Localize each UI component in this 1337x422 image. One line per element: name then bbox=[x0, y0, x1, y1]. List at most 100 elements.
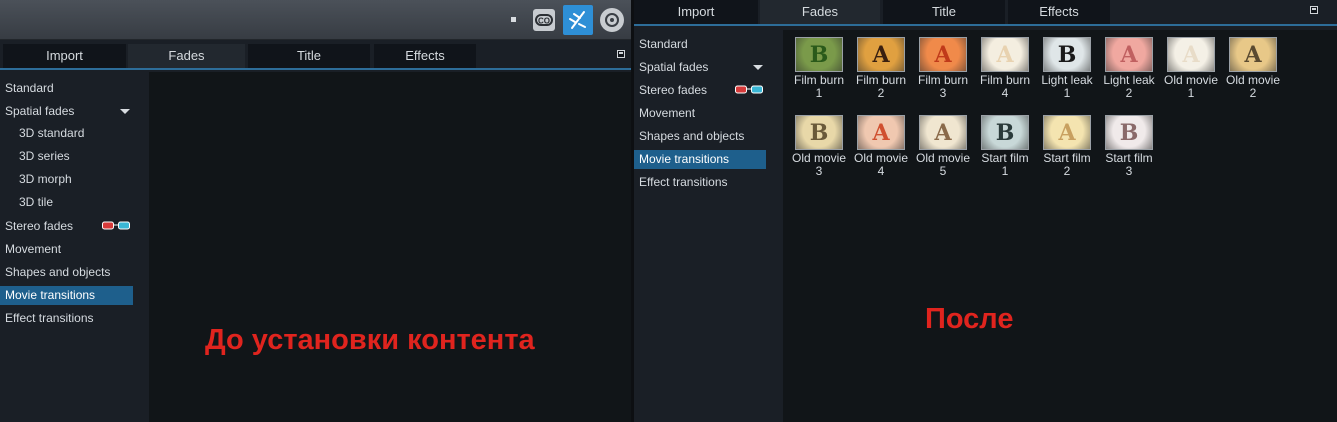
thumbnail-label: Old movie 1 bbox=[1163, 73, 1219, 100]
thumbnail-label: Old movie 4 bbox=[853, 151, 909, 178]
thumbnail-light-leak-1[interactable]: B Light leak 1 bbox=[1038, 37, 1096, 100]
tab-fades[interactable]: Fades bbox=[760, 0, 880, 24]
thumbnail-area: B Film burn 1 A Film burn 2 A Film burn 3 A… bbox=[783, 30, 1337, 422]
thumbnail-light-leak-2[interactable]: A Light leak 2 bbox=[1100, 37, 1158, 100]
thumbnail-old-movie-5[interactable]: A Old movie 5 bbox=[914, 115, 972, 178]
tab-underline bbox=[634, 24, 1337, 26]
right-panel-after: Import Fades Title Effects Standard Spat… bbox=[634, 0, 1337, 422]
tab-import[interactable]: Import bbox=[3, 44, 126, 68]
thumbnail-start-film-1[interactable]: B Start film 1 bbox=[976, 115, 1034, 178]
caption-before: До установки контента bbox=[205, 324, 535, 356]
svg-text:CO: CO bbox=[538, 17, 550, 26]
category-standard[interactable]: Standard bbox=[634, 35, 688, 54]
thumbnail-start-film-2[interactable]: A Start film 2 bbox=[1038, 115, 1096, 178]
co-icon[interactable]: CO bbox=[533, 9, 555, 31]
thumbnail-letter: B bbox=[1119, 120, 1139, 146]
thumbnail-label: Film burn 3 bbox=[917, 73, 968, 100]
category-3d-standard[interactable]: 3D standard bbox=[0, 124, 84, 143]
thumbnail-label: Light leak 1 bbox=[1041, 73, 1093, 100]
category-spatial-fades[interactable]: Spatial fades bbox=[0, 102, 74, 121]
thumbnail-letter: A bbox=[1244, 42, 1262, 68]
tab-effects[interactable]: Effects bbox=[374, 44, 476, 68]
small-dot-icon bbox=[511, 17, 516, 22]
category-3d-series[interactable]: 3D series bbox=[0, 147, 70, 166]
thumbnail-label: Light leak 2 bbox=[1103, 73, 1155, 100]
category-spatial-fades[interactable]: Spatial fades bbox=[634, 58, 708, 77]
3d-glasses-icon bbox=[102, 221, 130, 230]
thumbnail-old-movie-2[interactable]: A Old movie 2 bbox=[1224, 37, 1282, 100]
thumbnail-preview: A bbox=[1167, 37, 1215, 72]
thumbnail-old-movie-4[interactable]: A Old movie 4 bbox=[852, 115, 910, 178]
expand-arrow-icon[interactable] bbox=[753, 65, 763, 70]
category-movement[interactable]: Movement bbox=[0, 240, 61, 259]
category-stereo-fades[interactable]: Stereo fades bbox=[634, 81, 707, 100]
category-stereo-fades[interactable]: Stereo fades bbox=[0, 217, 73, 236]
thumbnail-film-burn-2[interactable]: A Film burn 2 bbox=[852, 37, 910, 100]
thumbnail-old-movie-3[interactable]: B Old movie 3 bbox=[790, 115, 848, 178]
category-sidebar: Standard Spatial fades Stereo fades Move… bbox=[634, 30, 783, 422]
thumbnail-label: Old movie 5 bbox=[915, 151, 971, 178]
left-panel-before: CO Import Fades Title Effects Standard S… bbox=[0, 0, 631, 422]
thumbnail-label: Film burn 1 bbox=[793, 73, 844, 100]
category-sidebar: Standard Spatial fades 3D standard 3D se… bbox=[0, 72, 149, 422]
category-shapes-and-objects[interactable]: Shapes and objects bbox=[0, 263, 110, 282]
thumbnail-letter: B bbox=[809, 120, 829, 146]
tab-import[interactable]: Import bbox=[634, 0, 758, 24]
maximize-icon[interactable] bbox=[617, 50, 625, 58]
tab-title[interactable]: Title bbox=[248, 44, 370, 68]
thumbnail-film-burn-4[interactable]: A Film burn 4 bbox=[976, 37, 1034, 100]
thumbnail-label: Old movie 2 bbox=[1225, 73, 1281, 100]
thumbnail-film-burn-3[interactable]: A Film burn 3 bbox=[914, 37, 972, 100]
antenna-icon[interactable] bbox=[563, 5, 593, 35]
thumbnail-label: Film burn 4 bbox=[979, 73, 1030, 100]
thumbnail-letter: A bbox=[996, 42, 1014, 68]
thumbnail-preview: A bbox=[981, 37, 1029, 72]
thumbnail-letter: B bbox=[809, 42, 829, 68]
thumbnail-preview: A bbox=[857, 37, 905, 72]
thumbnail-letter: A bbox=[872, 120, 890, 146]
thumbnail-old-movie-1[interactable]: A Old movie 1 bbox=[1162, 37, 1220, 100]
tab-title[interactable]: Title bbox=[883, 0, 1005, 24]
disc-icon[interactable] bbox=[600, 8, 624, 32]
thumbnail-letter: A bbox=[934, 120, 952, 146]
tab-fades[interactable]: Fades bbox=[128, 44, 245, 68]
thumbnail-letter: A bbox=[1182, 42, 1200, 68]
caption-after: После bbox=[925, 303, 1014, 335]
category-movie-transitions[interactable]: Movie transitions bbox=[0, 286, 133, 305]
category-standard[interactable]: Standard bbox=[0, 79, 54, 98]
category-3d-tile[interactable]: 3D tile bbox=[0, 193, 53, 212]
category-effect-transitions[interactable]: Effect transitions bbox=[634, 173, 728, 192]
thumbnail-preview: A bbox=[1105, 37, 1153, 72]
thumbnail-area bbox=[149, 72, 631, 422]
tab-underline bbox=[0, 68, 631, 70]
thumbnail-preview: B bbox=[795, 37, 843, 72]
category-shapes-and-objects[interactable]: Shapes and objects bbox=[634, 127, 744, 146]
thumbnail-label: Start film 1 bbox=[981, 151, 1029, 178]
thumbnail-start-film-3[interactable]: B Start film 3 bbox=[1100, 115, 1158, 178]
tab-bar: Import Fades Title Effects bbox=[0, 44, 631, 70]
thumbnail-label: Start film 3 bbox=[1105, 151, 1153, 178]
thumbnail-letter: B bbox=[995, 120, 1015, 146]
3d-glasses-icon bbox=[735, 85, 763, 94]
thumbnail-label: Film burn 2 bbox=[855, 73, 906, 100]
maximize-icon[interactable] bbox=[1310, 6, 1318, 14]
category-3d-morph[interactable]: 3D morph bbox=[0, 170, 72, 189]
thumbnail-letter: A bbox=[1058, 120, 1076, 146]
thumbnail-preview: A bbox=[1043, 115, 1091, 150]
top-toolbar: CO bbox=[0, 0, 631, 40]
tab-bar: Import Fades Title Effects bbox=[634, 0, 1337, 26]
tab-effects[interactable]: Effects bbox=[1008, 0, 1110, 24]
category-movie-transitions[interactable]: Movie transitions bbox=[634, 150, 766, 169]
thumbnail-film-burn-1[interactable]: B Film burn 1 bbox=[790, 37, 848, 100]
thumbnail-label: Old movie 3 bbox=[791, 151, 847, 178]
thumbnail-letter: A bbox=[872, 42, 890, 68]
category-effect-transitions[interactable]: Effect transitions bbox=[0, 309, 94, 328]
thumbnail-preview: B bbox=[981, 115, 1029, 150]
category-movement[interactable]: Movement bbox=[634, 104, 695, 123]
thumbnail-preview: B bbox=[795, 115, 843, 150]
thumbnail-preview: B bbox=[1105, 115, 1153, 150]
expand-arrow-icon[interactable] bbox=[120, 109, 130, 114]
thumbnail-preview: A bbox=[857, 115, 905, 150]
thumbnail-preview: A bbox=[919, 115, 967, 150]
thumbnail-letter: A bbox=[1120, 42, 1138, 68]
